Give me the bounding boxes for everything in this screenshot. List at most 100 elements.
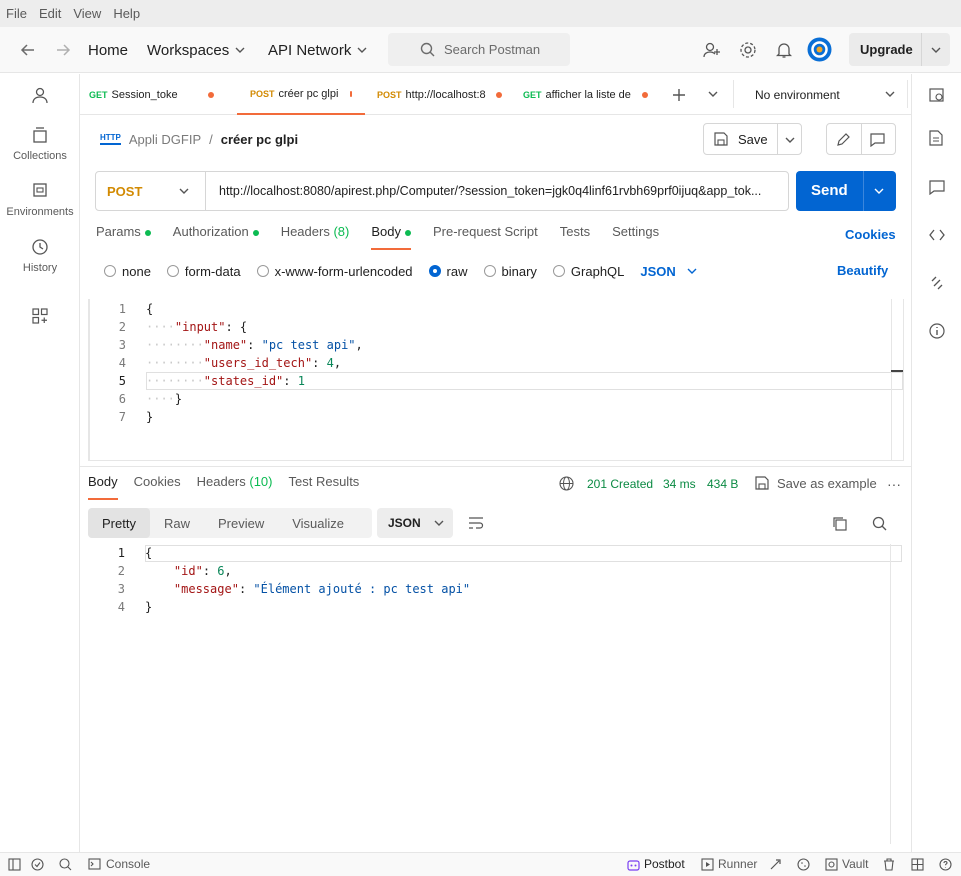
tab-localhost[interactable]: POST http://localhost:8 [377, 74, 507, 115]
view-preview[interactable]: Preview [204, 516, 278, 531]
workspaces-menu[interactable]: Workspaces [147, 27, 247, 73]
menu-file[interactable]: File [6, 6, 27, 21]
tab-prerequest-script[interactable]: Pre-request Script [433, 224, 538, 248]
tab-creer-pc-glpi[interactable]: POST créer pc glpi [237, 74, 365, 115]
scrollbar-track[interactable] [890, 544, 891, 844]
forward-arrow-icon[interactable] [55, 42, 71, 58]
resp-tab-test-results[interactable]: Test Results [289, 474, 360, 500]
wrap-lines-icon[interactable] [468, 516, 484, 530]
related-icon[interactable] [929, 275, 945, 291]
send-button[interactable]: Send [796, 171, 896, 211]
search-input[interactable]: Search Postman [388, 33, 570, 66]
documentation-icon[interactable] [929, 130, 943, 146]
comment-icon[interactable] [870, 132, 885, 147]
breadcrumb-request[interactable]: créer pc glpi [221, 132, 298, 147]
two-pane-icon[interactable] [911, 858, 924, 871]
console-button[interactable]: Console [88, 857, 150, 871]
search-icon[interactable] [872, 516, 887, 531]
radio-urlencoded[interactable]: x-www-form-urlencoded [256, 264, 413, 279]
vault-button[interactable]: Vault [825, 857, 868, 871]
new-tab-plus-icon[interactable] [671, 87, 687, 103]
tab-params[interactable]: Params [96, 224, 151, 248]
cookies-link[interactable]: Cookies [845, 227, 896, 242]
globe-icon[interactable] [559, 476, 574, 491]
sidebar-item-environments[interactable]: Environments [0, 182, 80, 218]
toggle-sidebar-icon[interactable] [8, 858, 21, 871]
tab-headers[interactable]: Headers (8) [281, 224, 350, 248]
line-number: 4 [118, 356, 126, 370]
response-size[interactable]: 434 B [707, 477, 738, 491]
info-icon[interactable] [929, 323, 945, 339]
radio-form-data[interactable]: form-data [166, 264, 241, 279]
tab-tests[interactable]: Tests [560, 224, 590, 248]
tab-afficher-liste[interactable]: GET afficher la liste de [523, 74, 653, 115]
response-body-viewer[interactable]: 1 2 3 4 { "id": 6, "message": "Élément a… [88, 544, 904, 844]
bell-icon[interactable] [776, 41, 792, 59]
environment-quick-look-icon[interactable] [929, 87, 945, 103]
radio-binary[interactable]: binary [483, 264, 537, 279]
cookies-icon[interactable] [797, 858, 810, 871]
method-selector[interactable]: POST [96, 172, 206, 210]
gear-icon[interactable] [739, 41, 757, 59]
request-body-editor[interactable]: 1 2 3 4 5 6 7 { ····"input": { ········"… [88, 299, 904, 461]
tabs-dropdown-chevron-icon[interactable] [707, 88, 719, 100]
tab-authorization[interactable]: Authorization [173, 224, 259, 248]
response-time[interactable]: 34 ms [663, 477, 696, 491]
more-options-icon[interactable]: ··· [887, 476, 901, 492]
resp-tab-cookies[interactable]: Cookies [134, 474, 181, 500]
view-raw[interactable]: Raw [150, 516, 204, 531]
comments-icon[interactable] [929, 179, 945, 195]
menu-help[interactable]: Help [113, 6, 140, 21]
code-icon[interactable] [929, 227, 945, 243]
help-icon[interactable] [939, 858, 952, 871]
sidebar-item-history[interactable]: History [0, 238, 80, 274]
tab-session-token[interactable]: GET Session_toke [89, 74, 229, 115]
environment-selector[interactable]: No environment [755, 74, 840, 115]
radio-none[interactable]: none [104, 264, 151, 279]
runner-button[interactable]: Runner [701, 857, 757, 871]
save-as-example-button[interactable]: Save as example [777, 476, 877, 491]
response-format-dropdown[interactable]: JSON [377, 508, 453, 538]
pencil-icon[interactable] [836, 132, 851, 147]
tab-settings[interactable]: Settings [612, 224, 659, 248]
postbot-button[interactable]: Postbot [627, 857, 685, 871]
menu-view[interactable]: View [73, 6, 101, 21]
view-pretty[interactable]: Pretty [88, 508, 150, 538]
upgrade-button[interactable]: Upgrade [849, 33, 950, 66]
back-arrow-icon[interactable] [20, 42, 36, 58]
api-network-menu[interactable]: API Network [268, 27, 369, 73]
view-visualize[interactable]: Visualize [278, 516, 358, 531]
tab-method: POST [377, 89, 402, 100]
sidebar-item-collections[interactable]: Collections [0, 126, 80, 162]
json-format-dropdown[interactable]: JSON [640, 264, 697, 279]
pane-divider[interactable] [80, 466, 911, 467]
tab-body[interactable]: Body [371, 224, 411, 250]
chevron-down-icon[interactable] [884, 88, 896, 100]
search-icon[interactable] [59, 858, 72, 871]
radio-graphql[interactable]: GraphQL [552, 264, 624, 279]
sidebar-item-profile[interactable] [0, 86, 80, 110]
right-sidebar [911, 74, 961, 852]
chevron-down-icon[interactable] [784, 134, 796, 146]
avatar[interactable] [807, 37, 832, 62]
copy-icon[interactable] [832, 516, 847, 531]
menu-edit[interactable]: Edit [39, 6, 61, 21]
chevron-down-icon[interactable] [921, 33, 950, 66]
chevron-down-icon[interactable] [873, 185, 885, 197]
url-input[interactable]: http://localhost:8080/apirest.php/Comput… [219, 172, 784, 210]
resp-tab-body[interactable]: Body [88, 474, 118, 500]
resp-tab-headers[interactable]: Headers (10) [197, 474, 273, 500]
home-link[interactable]: Home [88, 27, 128, 73]
radio-raw[interactable]: raw [428, 264, 468, 279]
invite-user-icon[interactable] [703, 41, 721, 59]
capture-icon[interactable] [769, 858, 782, 871]
beautify-button[interactable]: Beautify [837, 263, 888, 278]
scrollbar-track[interactable] [891, 299, 892, 461]
breadcrumb-collection[interactable]: Appli DGFIP [129, 132, 201, 147]
sidebar-item-configure[interactable] [0, 308, 80, 330]
status-badge[interactable]: 201 Created [587, 477, 653, 491]
check-circle-icon[interactable] [31, 858, 44, 871]
sidebar: Collections Environments History [0, 74, 80, 852]
save-button[interactable]: Save [703, 123, 802, 155]
trash-icon[interactable] [883, 858, 895, 871]
